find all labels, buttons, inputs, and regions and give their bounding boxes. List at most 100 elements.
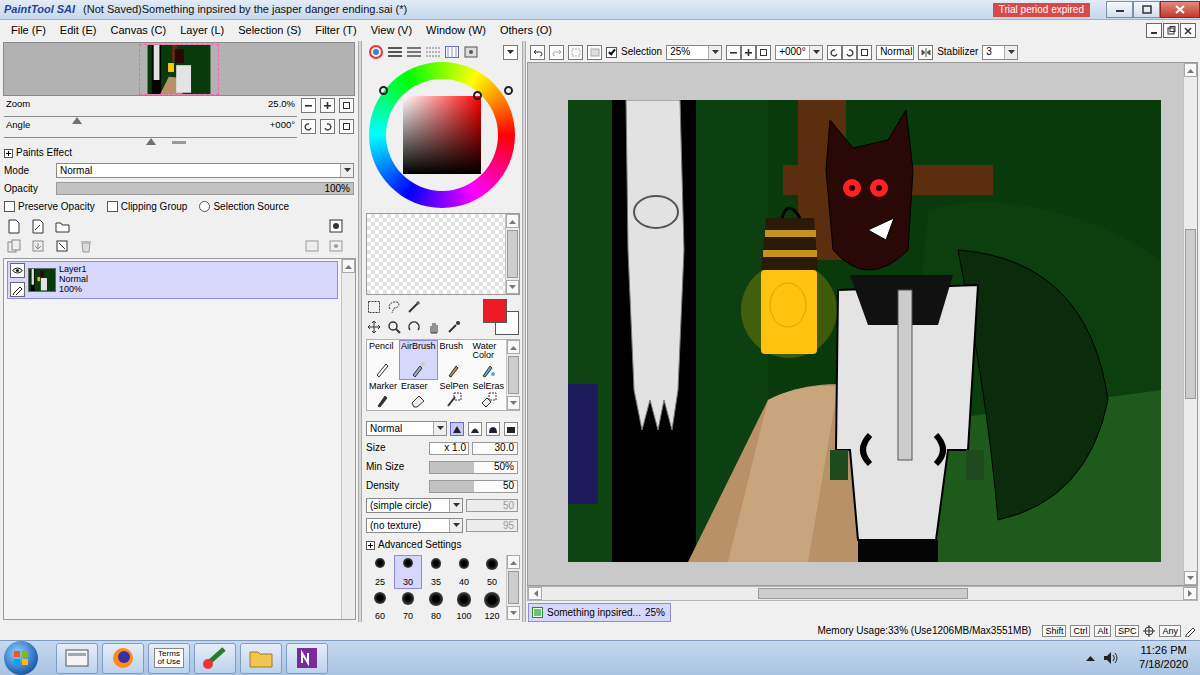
menu-item[interactable]: Window (W) xyxy=(419,20,493,41)
rect-select-icon[interactable] xyxy=(366,299,382,315)
artwork[interactable] xyxy=(568,100,1161,562)
tool-button[interactable]: Eraser xyxy=(399,380,438,410)
primary-color[interactable] xyxy=(483,299,507,323)
navigator-thumbnail[interactable] xyxy=(139,44,219,95)
hand-icon[interactable] xyxy=(426,319,442,335)
size-preset[interactable]: 35 xyxy=(422,555,450,589)
rotate-left-icon[interactable] xyxy=(301,119,316,134)
stabilizer-select[interactable]: 3 xyxy=(982,45,1018,60)
layer-list[interactable]: Layer1Normal100% xyxy=(3,258,356,620)
size-multiplier[interactable]: x 1.0 xyxy=(429,442,469,455)
navigator[interactable] xyxy=(3,42,355,96)
zoom-slider[interactable]: Zoom 25.0% xyxy=(4,98,297,117)
menu-item[interactable]: Others (O) xyxy=(493,20,559,41)
dropdown-icon[interactable] xyxy=(449,519,462,532)
canvas-vscroll[interactable] xyxy=(1183,63,1197,585)
clock[interactable]: 11:26 PM 7/18/2020 xyxy=(1133,644,1194,672)
menu-item[interactable]: Selection (S) xyxy=(231,20,308,41)
zoom-select[interactable]: 25% xyxy=(666,45,722,60)
panel-divider[interactable] xyxy=(358,41,362,622)
tool-button[interactable]: Pencil xyxy=(367,340,399,380)
eyedropper-icon[interactable] xyxy=(446,319,462,335)
hue-marker[interactable] xyxy=(379,86,388,95)
rotate-reset-icon[interactable] xyxy=(857,45,872,60)
tool-button[interactable]: AirBrush xyxy=(399,340,438,380)
tool-button[interactable]: SelPen xyxy=(438,380,471,410)
zoom-reset-icon[interactable] xyxy=(339,98,354,113)
option-item[interactable]: Selection Source xyxy=(199,201,289,213)
value-marker[interactable] xyxy=(473,91,482,100)
rotate-tool-icon[interactable] xyxy=(406,319,422,335)
panel-grip[interactable] xyxy=(0,138,358,146)
canvas-view[interactable] xyxy=(527,62,1198,586)
zoom-reset-icon[interactable] xyxy=(756,45,771,60)
swatch-icon[interactable] xyxy=(425,44,441,60)
view-mode-select[interactable]: Normal xyxy=(876,45,914,60)
density-slider[interactable]: 50 xyxy=(429,480,518,493)
angle-select[interactable]: +000° xyxy=(775,45,823,60)
shape-select[interactable]: (simple circle) xyxy=(366,498,463,513)
dropdown-icon[interactable] xyxy=(340,164,353,177)
taskbar-app[interactable] xyxy=(102,643,144,674)
dropdown-icon[interactable] xyxy=(809,46,822,59)
option-checkbox[interactable] xyxy=(4,201,15,212)
apply-mask-icon[interactable] xyxy=(304,238,320,254)
option-item[interactable]: Clipping Group xyxy=(107,201,188,213)
menu-item[interactable]: File (F) xyxy=(4,20,53,41)
layer-mask-icon[interactable] xyxy=(328,218,344,234)
tool-button[interactable]: Brush xyxy=(438,340,471,380)
start-button[interactable] xyxy=(4,641,38,675)
tool-button[interactable]: Marker xyxy=(367,380,399,410)
texture-select[interactable]: (no texture) xyxy=(366,518,463,533)
zoom-in-icon[interactable] xyxy=(741,45,756,60)
option-checkbox[interactable] xyxy=(107,201,118,212)
merge-down-icon[interactable] xyxy=(30,238,46,254)
show-hidden-icon[interactable] xyxy=(1086,655,1095,662)
saturation-value-square[interactable] xyxy=(403,96,481,174)
mode-select[interactable]: Normal xyxy=(56,163,354,178)
brush-tip-button[interactable] xyxy=(450,422,464,436)
expand-icon[interactable] xyxy=(366,541,375,550)
hue-marker[interactable] xyxy=(504,86,513,95)
scratch-pad[interactable] xyxy=(366,213,520,295)
size-preset[interactable]: 80 xyxy=(422,589,450,623)
size-preset[interactable]: 30 xyxy=(394,555,422,589)
layer-row[interactable]: Layer1Normal100% xyxy=(7,261,338,299)
redo-icon[interactable] xyxy=(549,45,564,60)
selection-toggle[interactable]: Selection xyxy=(606,46,662,58)
title-bar[interactable]: PaintTool SAI (Not Saved)Something inpsi… xyxy=(0,0,1200,20)
close-icon[interactable] xyxy=(1180,23,1196,38)
size-preset[interactable]: 100 xyxy=(450,589,478,623)
dropdown-icon[interactable] xyxy=(433,422,446,435)
scratchpad-icon[interactable] xyxy=(463,44,479,60)
merge-mask-icon[interactable] xyxy=(328,238,344,254)
undo-icon[interactable] xyxy=(530,45,545,60)
restore-icon[interactable] xyxy=(1163,23,1179,38)
new-layer-icon[interactable] xyxy=(6,218,22,234)
panel-divider[interactable] xyxy=(522,41,526,622)
rotate-reset-icon[interactable] xyxy=(339,119,354,134)
delete-layer-icon[interactable] xyxy=(78,238,94,254)
brush-tip-button[interactable] xyxy=(468,422,482,436)
visibility-icon[interactable] xyxy=(10,263,25,278)
move-icon[interactable] xyxy=(366,319,382,335)
min-size-slider[interactable]: 50% xyxy=(429,461,518,474)
expand-icon[interactable] xyxy=(4,149,13,158)
zoom-out-icon[interactable] xyxy=(301,98,316,113)
brush-tip-button[interactable] xyxy=(486,422,500,436)
size-slider[interactable]: 30.0 xyxy=(472,442,518,455)
menu-item[interactable]: Filter (T) xyxy=(308,20,364,41)
layer-scrollbar[interactable] xyxy=(341,259,355,619)
zoom-in-icon[interactable] xyxy=(320,98,335,113)
rotate-right-icon[interactable] xyxy=(320,119,335,134)
angle-thumb[interactable] xyxy=(146,138,156,145)
color-wheel-icon[interactable] xyxy=(368,44,384,60)
size-preset[interactable]: 120 xyxy=(478,589,506,623)
taskbar-app[interactable] xyxy=(240,643,282,674)
document-tab[interactable]: Something inpsired... 25% xyxy=(528,603,671,622)
brush-tip-button[interactable] xyxy=(504,422,518,436)
color-menu-icon[interactable] xyxy=(503,45,518,60)
copy-layer-icon[interactable] xyxy=(6,238,22,254)
maximize-icon[interactable] xyxy=(1133,1,1160,18)
paints-effect-header[interactable]: Paints Effect xyxy=(0,146,358,160)
